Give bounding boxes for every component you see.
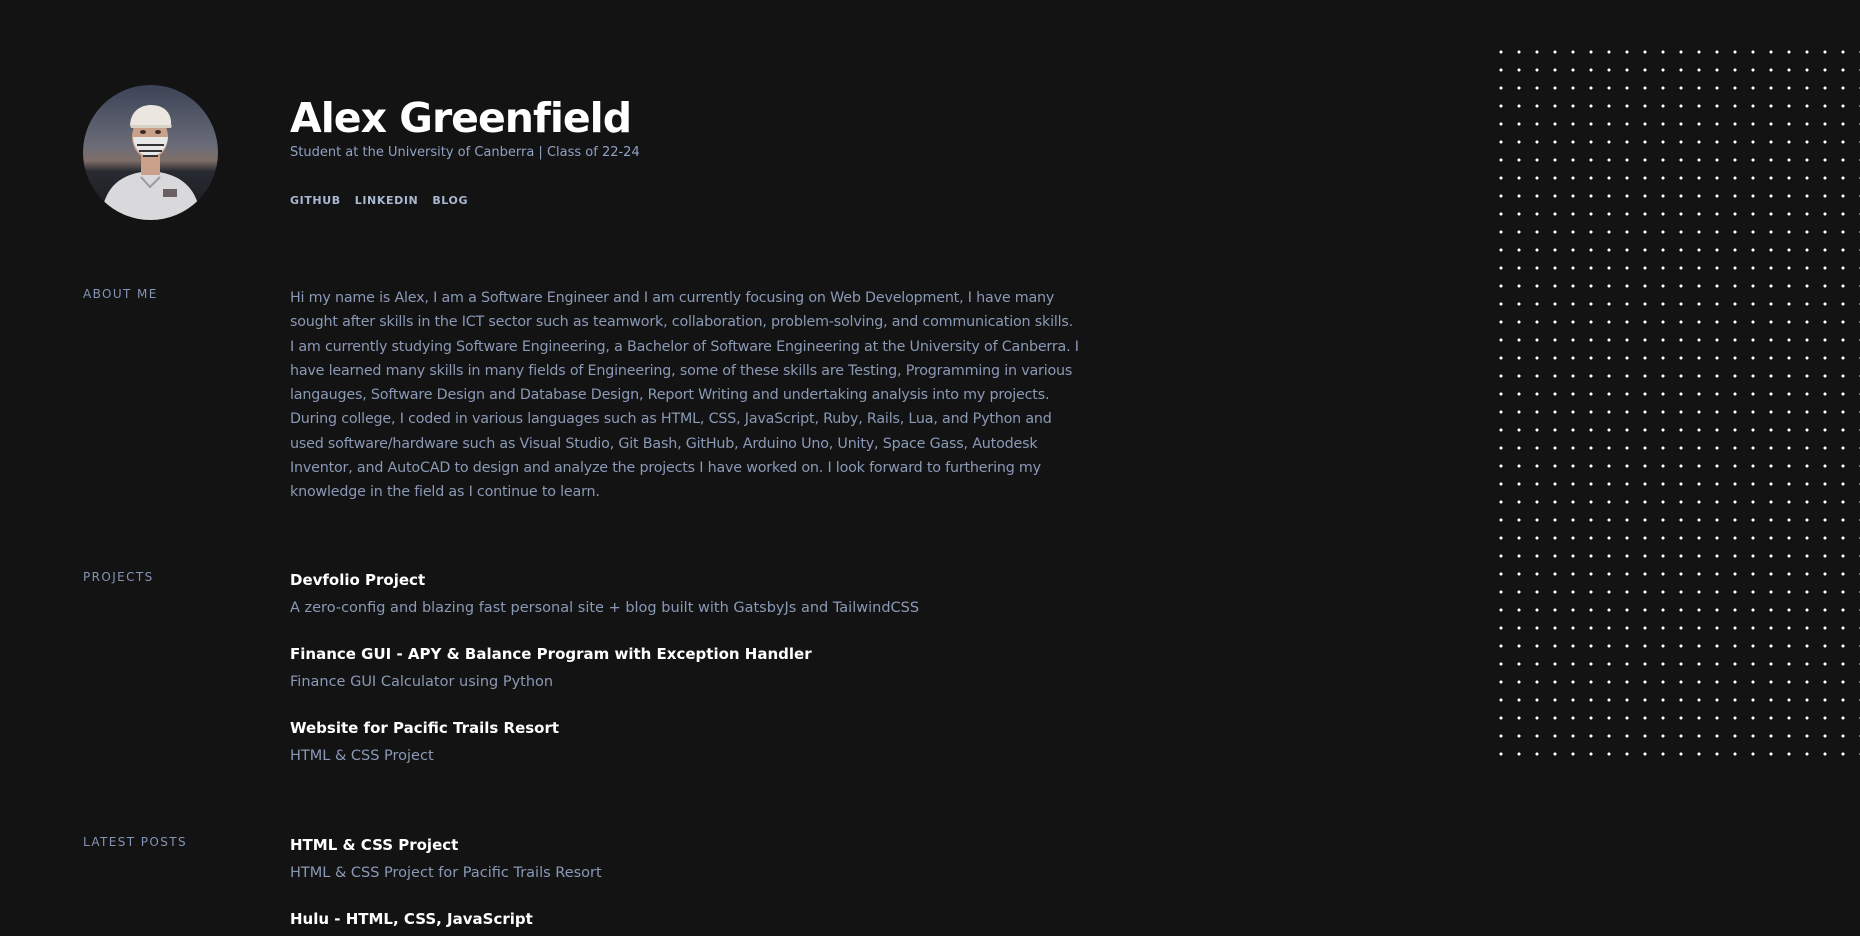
project-description: Finance GUI Calculator using Python [290,674,554,690]
blog-link[interactable]: BLOG [432,194,468,207]
avatar-photo [101,105,201,220]
avatar [83,85,218,220]
project-item: Devfolio Project A zero-config and blazi… [290,570,919,618]
about-text: Hi my name is Alex, I am a Software Engi… [290,290,1079,501]
profile-name: Alex Greenfield [290,94,632,142]
linkedin-link[interactable]: LINKEDIN [355,194,419,207]
project-description: HTML & CSS Project [290,748,434,764]
project-item: Website for Pacific Trails Resort HTML &… [290,718,559,766]
projects-heading: PROJECTS [83,570,154,584]
project-title-link[interactable]: Finance GUI - APY & Balance Program with… [290,644,812,664]
post-title-link[interactable]: Hulu - HTML, CSS, JavaScript [290,909,533,929]
post-description: HTML & CSS Project for Pacific Trails Re… [290,865,602,881]
about-heading: ABOUT ME [83,287,158,301]
profile-tagline: Student at the University of Canberra | … [290,145,640,160]
post-title-link[interactable]: HTML & CSS Project [290,835,602,855]
github-link[interactable]: GITHUB [290,194,341,207]
dot-pattern-decoration [1492,43,1860,756]
project-title-link[interactable]: Website for Pacific Trails Resort [290,718,559,738]
portfolio-page: Alex Greenfield Student at the Universit… [0,0,1860,936]
post-item: HTML & CSS Project HTML & CSS Project fo… [290,835,602,883]
project-title-link[interactable]: Devfolio Project [290,570,919,590]
project-description: A zero-config and blazing fast personal … [290,600,920,616]
social-links: GITHUB LINKEDIN BLOG [290,194,468,207]
project-item: Finance GUI - APY & Balance Program with… [290,644,812,692]
post-item: Hulu - HTML, CSS, JavaScript [290,909,533,929]
latest-posts-heading: LATEST POSTS [83,835,187,849]
